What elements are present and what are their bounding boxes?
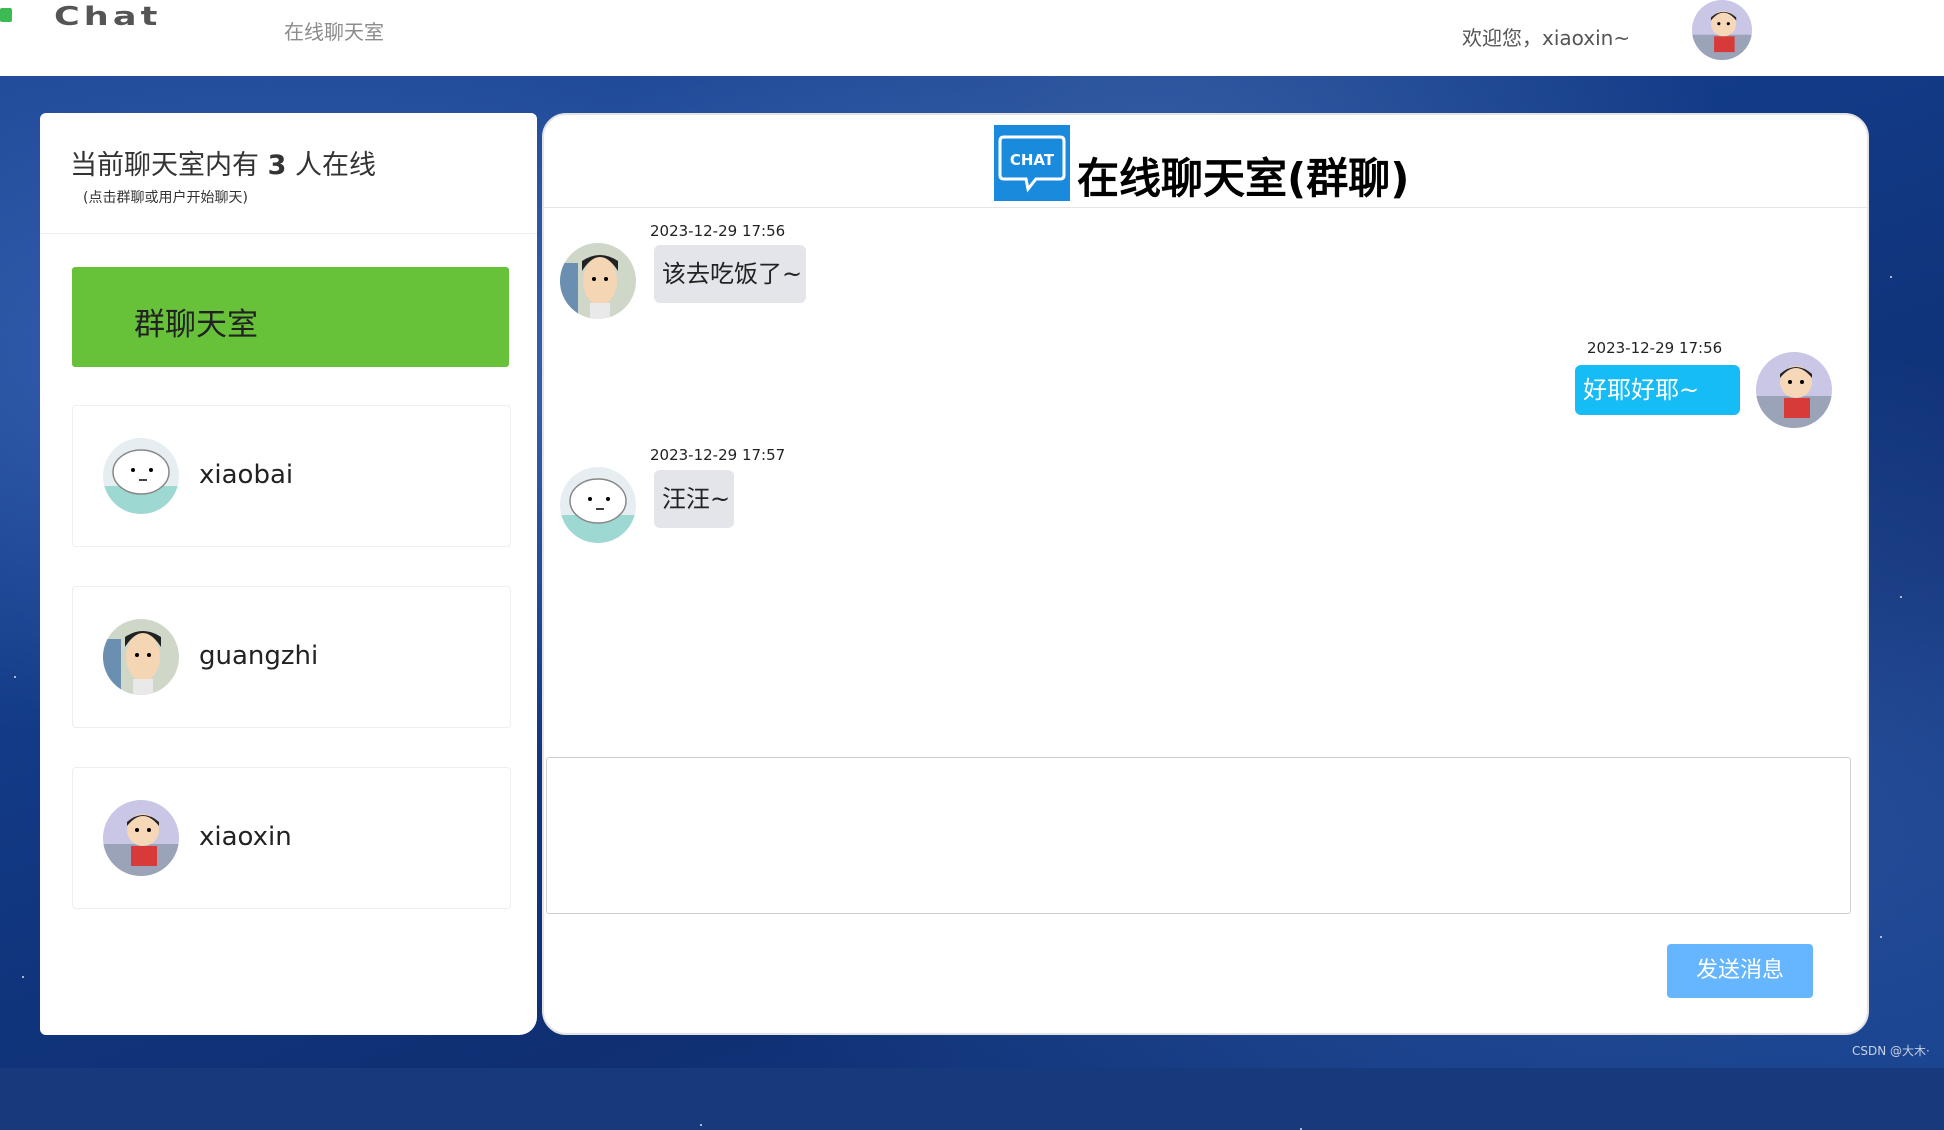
message-time: 2023-12-29 17:56: [1587, 339, 1723, 357]
message-bubble: 汪汪~: [654, 470, 734, 528]
dog-avatar-icon: [103, 438, 179, 514]
online-count: 3: [267, 150, 287, 181]
boy-avatar-icon: [103, 800, 179, 876]
chat-header: CHAT 在线聊天室(群聊): [544, 115, 1867, 208]
message-bubble: 好耶好耶~: [1575, 365, 1740, 415]
send-message-button[interactable]: 发送消息: [1667, 944, 1813, 998]
message-time: 2023-12-29 17:57: [650, 446, 786, 464]
message-bubble: 该去吃饭了~: [654, 245, 806, 303]
brand-name[interactable]: Chat: [54, 2, 161, 32]
user-name: xiaobai: [199, 460, 294, 490]
nav-link-chatroom[interactable]: 在线聊天室: [284, 16, 384, 45]
online-panel-header: 当前聊天室内有 3 人在线 (点击群聊或用户开始聊天): [40, 113, 537, 234]
man-avatar-icon: [103, 619, 179, 695]
dog-avatar-icon: [560, 467, 636, 543]
online-title-suffix: 人在线: [294, 150, 376, 181]
chat-logo-icon: CHAT: [994, 125, 1070, 201]
user-card-xiaoxin[interactable]: xiaoxin: [72, 767, 511, 909]
man-avatar-icon: [560, 243, 636, 319]
online-count-title: 当前聊天室内有 3 人在线: [70, 143, 376, 182]
online-hint: (点击群聊或用户开始聊天): [83, 190, 248, 206]
online-title-prefix: 当前聊天室内有: [70, 150, 259, 181]
online-users-panel: 当前聊天室内有 3 人在线 (点击群聊或用户开始聊天) 群聊天室 xiaobai: [40, 113, 537, 1035]
brand-logo-mark: [0, 8, 12, 22]
user-name: xiaoxin: [199, 822, 292, 852]
current-user-avatar[interactable]: [1692, 0, 1752, 60]
top-navigation-bar: Chat 在线聊天室 欢迎您，xiaoxin~: [0, 0, 1944, 76]
watermark: CSDN @大木·: [1852, 1044, 1930, 1058]
group-chat-label: 群聊天室: [134, 307, 258, 343]
user-name: guangzhi: [199, 641, 319, 671]
chat-title: 在线聊天室(群聊): [1077, 154, 1410, 203]
chat-panel: CHAT 在线聊天室(群聊) 2023-12-29 17:56 该去吃饭了~ 2…: [542, 113, 1869, 1035]
user-card-xiaobai[interactable]: xiaobai: [72, 405, 511, 547]
message-time: 2023-12-29 17:56: [650, 222, 786, 240]
user-card-guangzhi[interactable]: guangzhi: [72, 586, 511, 728]
welcome-text: 欢迎您，xiaoxin~: [1462, 26, 1631, 50]
boy-avatar-icon: [1756, 352, 1832, 428]
chat-logo-text: CHAT: [1010, 151, 1055, 169]
group-chat-button[interactable]: 群聊天室: [72, 267, 509, 367]
message-input[interactable]: [546, 757, 1851, 914]
